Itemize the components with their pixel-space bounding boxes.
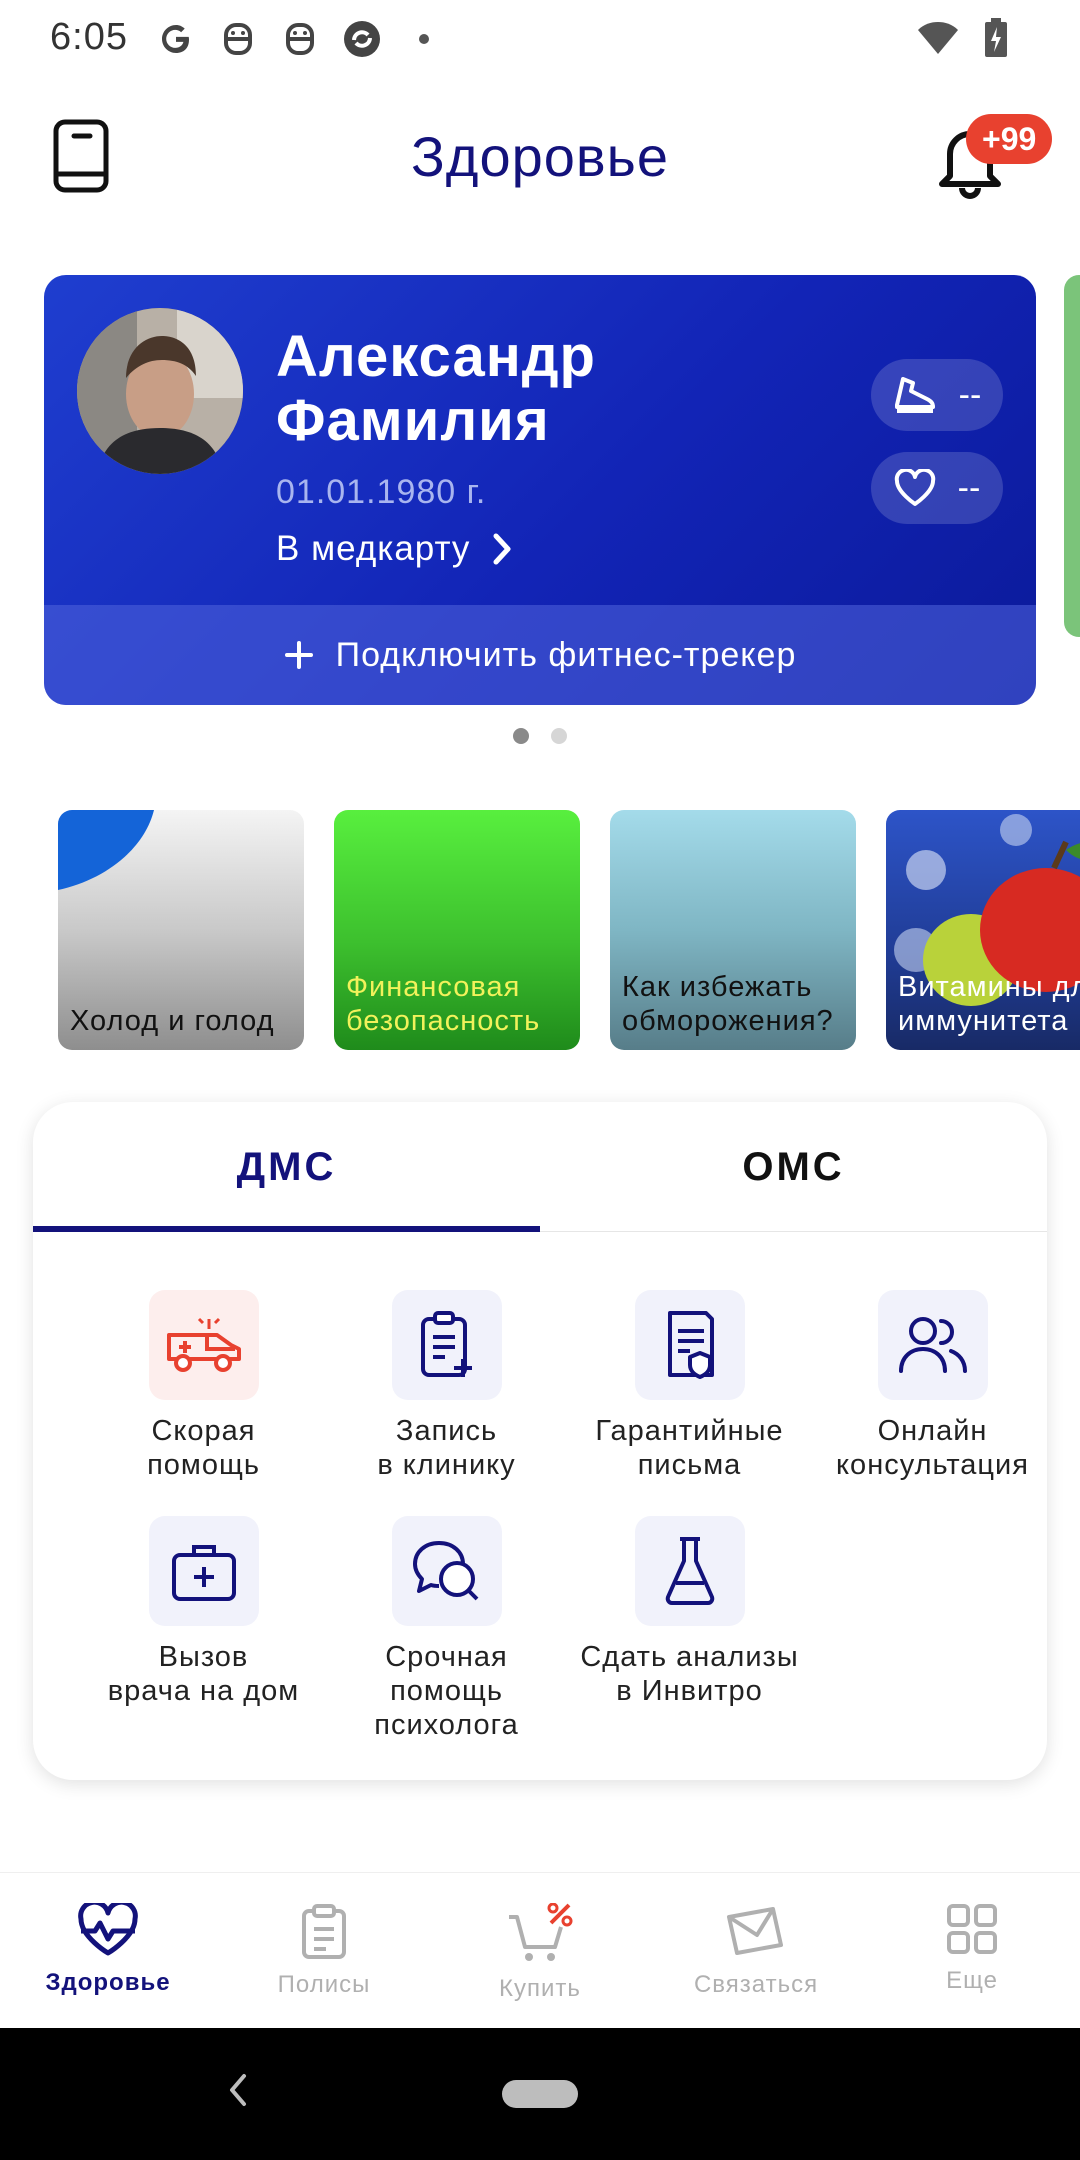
nav-policies[interactable]: Полисы (216, 1873, 432, 2029)
status-bar: 6:05 (0, 0, 1080, 80)
home-pill[interactable] (502, 2080, 578, 2108)
nav-health[interactable]: Здоровье (0, 1873, 216, 2029)
dot-icon (403, 18, 445, 60)
medical-bag-icon (148, 1516, 259, 1626)
heart-icon (894, 469, 935, 506)
flask-icon (634, 1516, 745, 1626)
next-card-preview[interactable] (1064, 275, 1080, 637)
service-clinic-appointment[interactable]: Запись в клинику (325, 1290, 568, 1482)
story-title: Холод и голод (70, 1005, 275, 1037)
story-card[interactable]: Как избежать обморожения? (610, 810, 856, 1050)
chat-bubbles-icon (391, 1516, 502, 1626)
nav-label: Полисы (277, 1971, 371, 1998)
nav-label: Здоровье (45, 1969, 171, 1996)
cart-percent-icon (509, 1903, 573, 1961)
service-ambulance[interactable]: Скорая помощь (82, 1290, 325, 1482)
story-card[interactable]: Витамины для иммунитета (886, 810, 1080, 1050)
plus-icon (284, 641, 313, 669)
carousel-dot[interactable] (513, 728, 529, 744)
nav-label: Связаться (693, 1971, 819, 1998)
avatar (77, 308, 243, 474)
service-label: Скорая помощь (147, 1415, 260, 1481)
service-home-doctor[interactable]: Вызов врача на дом (82, 1516, 325, 1708)
insurance-tabs: ДМС ОМС (33, 1102, 1047, 1232)
service-label: Сдать анализы в Инвитро (580, 1641, 799, 1707)
service-online-consultation[interactable]: Онлайн консультация (811, 1290, 1047, 1482)
system-navigation-bar (0, 2028, 1080, 2160)
profile-name: Александр Фамилия (276, 324, 596, 453)
envelope-icon (727, 1907, 783, 1955)
story-title: Витамины для иммунитета (898, 971, 1080, 1037)
connect-fitness-tracker-button[interactable]: Подключить фитнес-трекер (44, 605, 1036, 705)
story-card[interactable]: Финансовая безопасность (334, 810, 580, 1050)
battery-charging-icon (984, 18, 1008, 63)
tab-oms[interactable]: ОМС (540, 1102, 1047, 1232)
robot-icon (217, 18, 259, 60)
carousel-indicator (0, 728, 1080, 744)
active-tab-indicator (33, 1226, 540, 1232)
stories-carousel: Холод и голод Финансовая безопасность Ка… (58, 810, 1080, 1050)
clipboard-icon (302, 1904, 346, 1959)
pulse-value: -- (957, 468, 981, 507)
status-time: 6:05 (50, 16, 128, 58)
service-label: Срочная помощь психолога (374, 1641, 519, 1741)
grid-icon (947, 1904, 997, 1954)
google-icon (155, 18, 197, 60)
carousel-dot[interactable] (551, 728, 567, 744)
service-label: Запись в клинику (377, 1415, 516, 1481)
service-psychologist[interactable]: Срочная помощь психолога (325, 1516, 568, 1742)
heart-pulse-icon (78, 1903, 138, 1956)
nav-label: Еще (946, 1967, 998, 1994)
tab-dms[interactable]: ДМС (33, 1102, 540, 1232)
nav-contact[interactable]: Связаться (648, 1873, 864, 2029)
nav-buy[interactable]: Купить (432, 1873, 648, 2029)
back-icon[interactable] (226, 2070, 250, 2110)
pulse-metric[interactable]: -- (871, 452, 1003, 524)
nav-label: Купить (499, 1975, 581, 2002)
service-invitro-tests[interactable]: Сдать анализы в Инвитро (568, 1516, 811, 1708)
notification-count-badge: +99 (966, 114, 1053, 164)
status-notification-icons (155, 18, 445, 60)
app-header: Здоровье (0, 100, 1080, 220)
chevron-right-icon (493, 533, 511, 565)
refresh-app-icon (341, 18, 383, 60)
story-card[interactable]: Холод и голод (58, 810, 304, 1050)
status-system-icons (916, 18, 1008, 63)
story-title: Как избежать обморожения? (622, 971, 834, 1037)
steps-value: -- (958, 375, 982, 414)
clipboard-plus-icon (391, 1290, 502, 1400)
medcard-link[interactable]: В медкарту (276, 529, 512, 569)
wifi-icon (916, 20, 960, 61)
insurance-services-card: ДМС ОМС Скорая помощь Запись в клинику Г… (33, 1102, 1047, 1780)
service-label: Онлайн консультация (836, 1415, 1029, 1481)
medcard-link-label: В медкарту (276, 529, 471, 568)
ambulance-icon (148, 1290, 259, 1400)
steps-metric[interactable]: -- (871, 359, 1003, 431)
page-title: Здоровье (410, 125, 669, 188)
nav-more[interactable]: Еще (864, 1873, 1080, 2029)
robot-icon (279, 18, 321, 60)
fitness-tracker-label: Подключить фитнес-трекер (335, 635, 797, 674)
story-title: Финансовая безопасность (346, 971, 541, 1037)
document-shield-icon (634, 1290, 745, 1400)
people-icon (877, 1290, 988, 1400)
profile-card[interactable]: Александр Фамилия 01.01.1980 г. В медкар… (44, 275, 1036, 705)
sneaker-icon (894, 377, 935, 413)
birth-date: 01.01.1980 г. (276, 473, 487, 511)
service-guarantee-letters[interactable]: Гарантийные письма (568, 1290, 811, 1482)
service-label: Гарантийные письма (595, 1415, 784, 1481)
bottom-navigation: Здоровье Полисы Купить Связаться Еще (0, 1872, 1080, 2028)
service-label: Вызов врача на дом (107, 1641, 300, 1707)
